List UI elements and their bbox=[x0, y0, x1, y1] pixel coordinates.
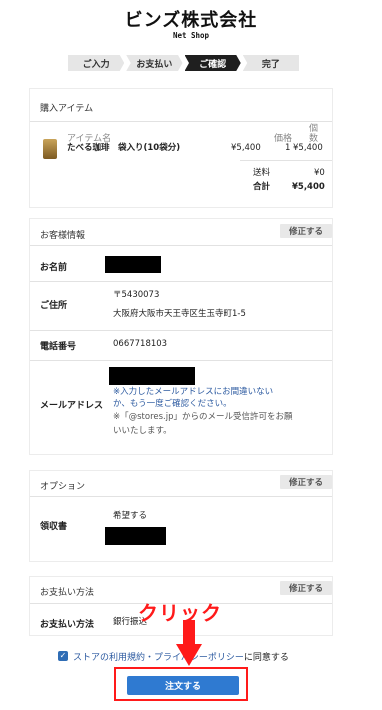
email-note-4: いいたします。 bbox=[113, 426, 172, 436]
redacted-name bbox=[105, 256, 161, 273]
total-label: 合計 bbox=[253, 182, 271, 192]
redacted-email bbox=[109, 367, 195, 385]
divider bbox=[30, 360, 332, 361]
agree-checkbox[interactable]: ✓ bbox=[58, 651, 68, 661]
divider bbox=[30, 245, 332, 246]
postal-code: 〒5430073 bbox=[113, 290, 160, 300]
shipping-value: ¥0 bbox=[314, 168, 325, 178]
edit-option-button[interactable]: 修正する bbox=[280, 475, 332, 489]
arrow-down-icon bbox=[176, 620, 202, 666]
terms-link[interactable]: ストアの利用規約・プライバシーポリシー bbox=[73, 653, 244, 663]
option-title: オプション bbox=[40, 482, 86, 492]
divider bbox=[30, 330, 332, 331]
address-label: ご住所 bbox=[40, 301, 68, 311]
phone-label: 電話番号 bbox=[40, 342, 77, 352]
product-thumbnail bbox=[43, 139, 57, 159]
address-value: 大阪府大阪市天王寺区生玉寺町1-5 bbox=[113, 309, 246, 319]
item-price: ¥5,400 bbox=[231, 143, 261, 153]
shipping-label: 送料 bbox=[253, 168, 271, 178]
item-qty: 1 bbox=[285, 143, 291, 153]
email-label: メールアドレス bbox=[40, 401, 104, 411]
step-complete: 完了 bbox=[242, 55, 299, 71]
divider bbox=[240, 160, 332, 161]
receipt-value: 希望する bbox=[113, 511, 148, 521]
payment-title: お支払い方法 bbox=[40, 588, 95, 598]
divider bbox=[30, 121, 332, 122]
edit-customer-button[interactable]: 修正する bbox=[280, 224, 332, 238]
brand-name: ビンズ株式会社 bbox=[124, 10, 258, 31]
edit-payment-button[interactable]: 修正する bbox=[280, 581, 332, 595]
item-name: たべる珈琲 袋入り(10袋分) bbox=[67, 143, 181, 153]
receipt-label: 領収書 bbox=[40, 522, 68, 532]
phone-value: 0667718103 bbox=[113, 339, 168, 349]
place-order-button[interactable]: 注文する bbox=[127, 676, 239, 695]
email-note-3: ※「@stores.jp」からのメール受信許可をお願 bbox=[113, 412, 293, 422]
redacted-receipt-name bbox=[105, 527, 166, 545]
store-logo: ビンズ株式会社 Net Shop bbox=[0, 6, 382, 40]
email-note-2: か、もう一度ご確認ください。 bbox=[113, 399, 232, 409]
purchase-title: 購入アイテム bbox=[40, 104, 94, 114]
total-value: ¥5,400 bbox=[292, 182, 325, 192]
item-total: ¥5,400 bbox=[293, 143, 323, 153]
name-label: お名前 bbox=[40, 263, 68, 273]
step-payment: お支払い bbox=[126, 55, 183, 71]
payment-method-label: お支払い方法 bbox=[40, 620, 95, 630]
divider bbox=[30, 281, 332, 282]
agree-rest-text: に同意する bbox=[243, 653, 289, 663]
customer-title: お客様情報 bbox=[40, 231, 86, 241]
checkout-steps: ご入力 お支払い ご確認 完了 bbox=[68, 55, 299, 71]
step-input: ご入力 bbox=[68, 55, 125, 71]
divider bbox=[30, 496, 332, 497]
brand-subtitle: Net Shop bbox=[172, 31, 210, 40]
step-confirm: ご確認 bbox=[184, 55, 241, 71]
